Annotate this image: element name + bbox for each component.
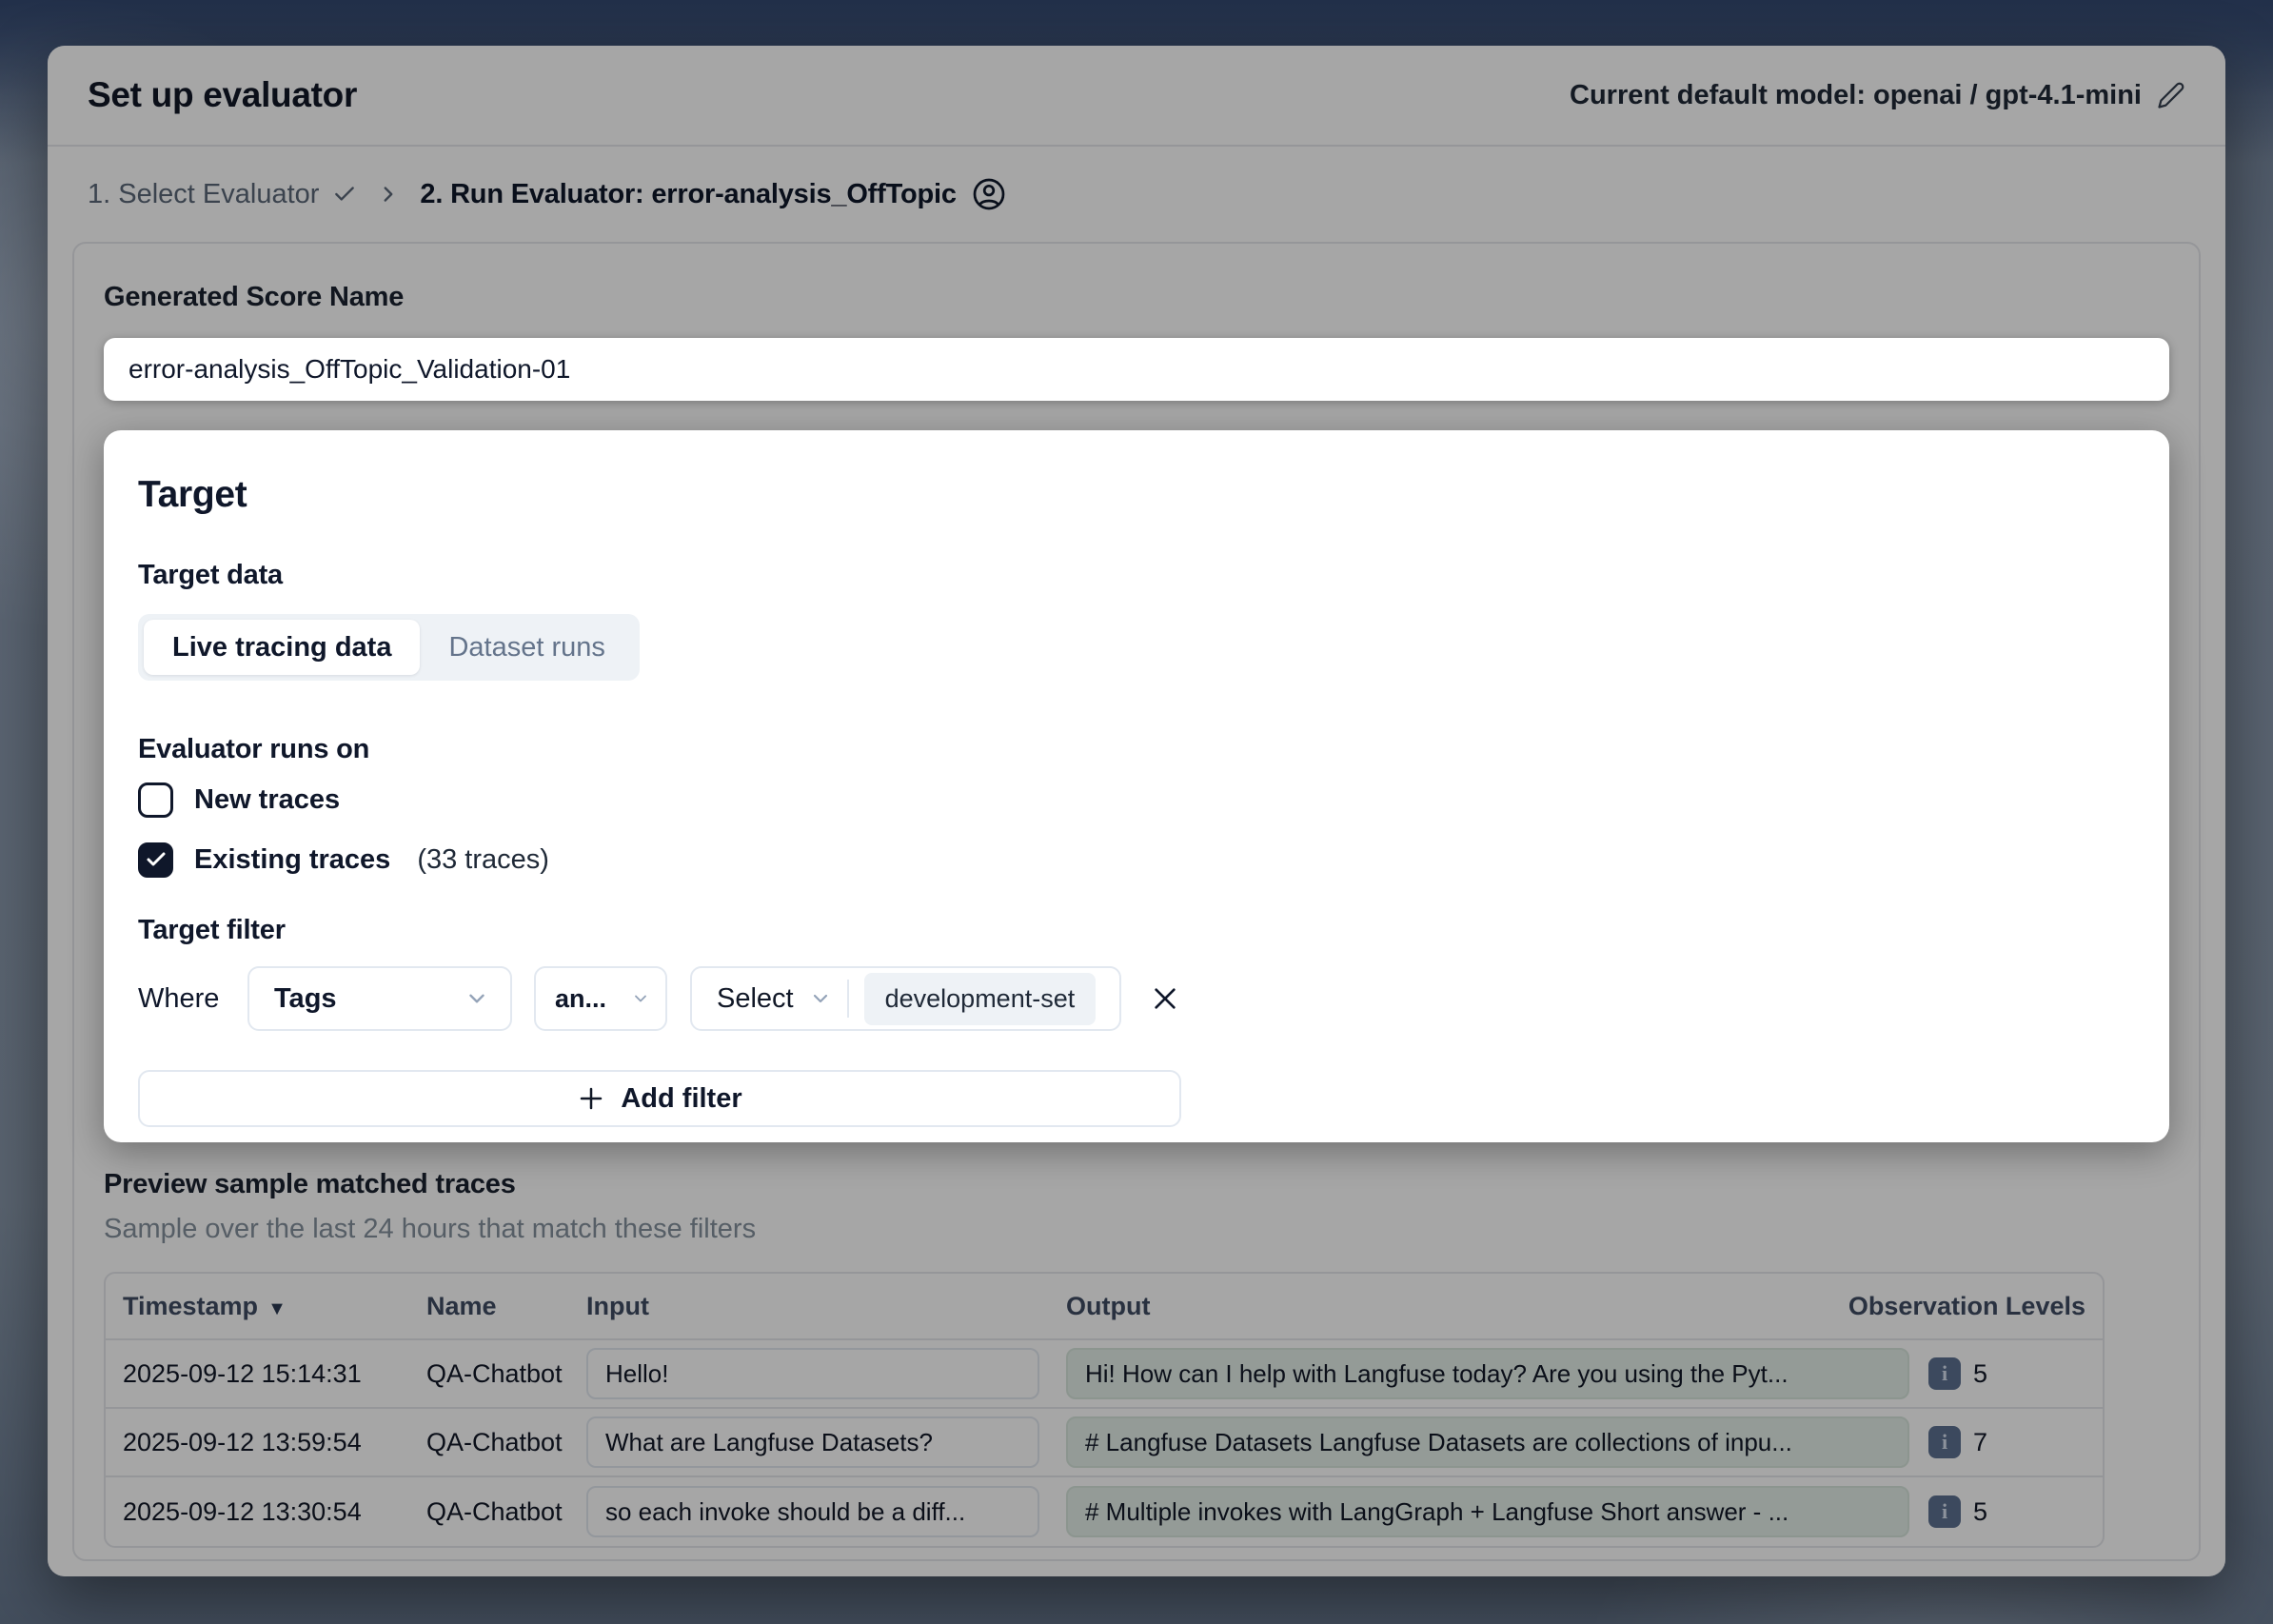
user-circle-icon — [972, 177, 1006, 211]
filter-value-control: Select development-set — [690, 966, 1121, 1031]
observation-count: 7 — [1973, 1428, 1987, 1457]
remove-filter-button[interactable] — [1146, 980, 1184, 1018]
row-input-cell[interactable]: Hello! — [586, 1348, 1039, 1399]
trace-count: (33 traces) — [417, 844, 549, 876]
row-input-text: What are Langfuse Datasets? — [605, 1428, 933, 1457]
row-output-cell[interactable]: # Langfuse Datasets Langfuse Datasets ar… — [1066, 1416, 1909, 1468]
row-input-cell[interactable]: What are Langfuse Datasets? — [586, 1416, 1039, 1468]
add-filter-label: Add filter — [621, 1083, 741, 1115]
filter-column-select[interactable]: Tags — [247, 966, 512, 1031]
filter-where-label: Where — [138, 983, 247, 1015]
row-timestamp: 2025-09-12 15:14:31 — [123, 1359, 426, 1389]
row-name: QA-Chatbot — [426, 1428, 586, 1457]
table-row[interactable]: 2025-09-12 15:14:31 QA-Chatbot Hello! Hi… — [106, 1340, 2103, 1409]
info-badge-icon — [1928, 1357, 1961, 1390]
row-input-cell[interactable]: so each invoke should be a diff... — [586, 1486, 1039, 1537]
breadcrumb-step2-label: 2. Run Evaluator: error-analysis_OffTopi… — [420, 179, 956, 210]
evaluator-runs-on-label: Evaluator runs on — [138, 734, 2135, 764]
chevron-down-icon — [809, 987, 832, 1010]
filter-operator-select[interactable]: an... — [534, 966, 667, 1031]
setup-evaluator-dialog: Set up evaluator Current default model: … — [48, 46, 2225, 1576]
app-background: { "window": { "title": "Set up evaluator… — [0, 0, 2273, 1624]
breadcrumb-step-select-evaluator[interactable]: 1. Select Evaluator — [88, 179, 357, 210]
column-header-timestamp[interactable]: Timestamp — [123, 1292, 426, 1321]
row-timestamp: 2025-09-12 13:59:54 — [123, 1428, 426, 1457]
default-model-info: Current default model: openai / gpt-4.1-… — [1570, 80, 2185, 111]
check-icon — [332, 182, 357, 207]
breadcrumb-step1-label: 1. Select Evaluator — [88, 179, 319, 210]
row-output-cell[interactable]: Hi! How can I help with Langfuse today? … — [1066, 1348, 1909, 1399]
preview-title: Preview sample matched traces — [104, 1169, 2169, 1200]
add-filter-button[interactable]: Add filter — [138, 1070, 1181, 1127]
run-evaluator-form-section: Generated Score Name Target Target data … — [72, 242, 2201, 1561]
preview-subtitle: Sample over the last 24 hours that match… — [104, 1214, 2169, 1245]
row-name: QA-Chatbot — [426, 1497, 586, 1527]
observation-count: 5 — [1973, 1497, 1987, 1527]
breadcrumb-step-run-evaluator: 2. Run Evaluator: error-analysis_OffTopi… — [420, 177, 1005, 211]
filter-value-chip[interactable]: development-set — [864, 973, 1097, 1025]
row-output-cell[interactable]: # Multiple invokes with LangGraph + Lang… — [1066, 1486, 1909, 1537]
chevron-down-icon — [631, 989, 650, 1008]
column-header-observation-levels[interactable]: Observation Levels — [1848, 1292, 2085, 1321]
row-input-text: Hello! — [605, 1359, 668, 1389]
filter-column-value: Tags — [274, 983, 337, 1015]
observation-count: 5 — [1973, 1359, 1987, 1389]
plus-icon — [577, 1084, 605, 1113]
row-input-text: so each invoke should be a diff... — [605, 1497, 965, 1527]
tab-live-tracing-data[interactable]: Live tracing data — [144, 620, 420, 675]
info-badge-icon — [1928, 1495, 1961, 1528]
default-model-label: Current default model: openai / gpt-4.1-… — [1570, 80, 2142, 111]
divider — [847, 980, 849, 1018]
target-filter-label: Target filter — [138, 915, 2135, 945]
tab-dataset-runs[interactable]: Dataset runs — [420, 620, 633, 675]
row-observation-levels: 7 — [1928, 1426, 2085, 1458]
target-card: Target Target data Live tracing data Dat… — [104, 430, 2169, 1142]
score-name-label: Generated Score Name — [104, 282, 2169, 313]
timestamp-header-label: Timestamp — [123, 1292, 258, 1321]
sort-desc-icon — [267, 1292, 287, 1321]
option-existing-traces[interactable]: Existing traces (33 traces) — [138, 839, 2135, 881]
breadcrumb: 1. Select Evaluator 2. Run Evaluator: er… — [48, 147, 2225, 242]
checkbox-existing-traces[interactable] — [138, 842, 173, 878]
generated-score-name-input[interactable] — [104, 338, 2169, 401]
info-badge-icon — [1928, 1426, 1961, 1458]
matched-traces-table: Timestamp Name Input Output Observation … — [104, 1272, 2105, 1548]
table-row[interactable]: 2025-09-12 13:59:54 QA-Chatbot What are … — [106, 1409, 2103, 1477]
target-data-label: Target data — [138, 560, 2135, 590]
option-new-traces[interactable]: New traces — [138, 779, 2135, 821]
column-header-name[interactable]: Name — [426, 1292, 586, 1321]
row-name: QA-Chatbot — [426, 1359, 586, 1389]
target-title: Target — [138, 476, 2135, 514]
checkbox-label: Existing traces — [194, 844, 390, 876]
row-timestamp: 2025-09-12 13:30:54 — [123, 1497, 426, 1527]
chevron-right-icon — [376, 182, 401, 207]
table-header-row: Timestamp Name Input Output Observation … — [106, 1274, 2103, 1340]
target-data-tabs: Live tracing data Dataset runs — [138, 614, 640, 681]
column-header-output[interactable]: Output — [1066, 1292, 1848, 1321]
edit-pencil-icon[interactable] — [2157, 81, 2185, 109]
filter-row: Where Tags an... Select — [138, 966, 2135, 1031]
checkbox-new-traces[interactable] — [138, 782, 173, 818]
row-observation-levels: 5 — [1928, 1357, 2085, 1390]
column-header-input[interactable]: Input — [586, 1292, 1066, 1321]
filter-operator-value: an... — [555, 984, 606, 1014]
filter-value-select[interactable]: Select — [717, 983, 794, 1015]
row-output-text: # Multiple invokes with LangGraph + Lang… — [1085, 1497, 1789, 1527]
table-row[interactable]: 2025-09-12 13:30:54 QA-Chatbot so each i… — [106, 1477, 2103, 1546]
page-title: Set up evaluator — [88, 75, 357, 115]
row-output-text: # Langfuse Datasets Langfuse Datasets ar… — [1085, 1428, 1792, 1457]
row-output-text: Hi! How can I help with Langfuse today? … — [1085, 1359, 1789, 1389]
dialog-header: Set up evaluator Current default model: … — [48, 46, 2225, 147]
row-observation-levels: 5 — [1928, 1495, 2085, 1528]
check-icon — [145, 848, 168, 871]
chevron-down-icon — [464, 986, 489, 1011]
checkbox-label: New traces — [194, 784, 340, 816]
